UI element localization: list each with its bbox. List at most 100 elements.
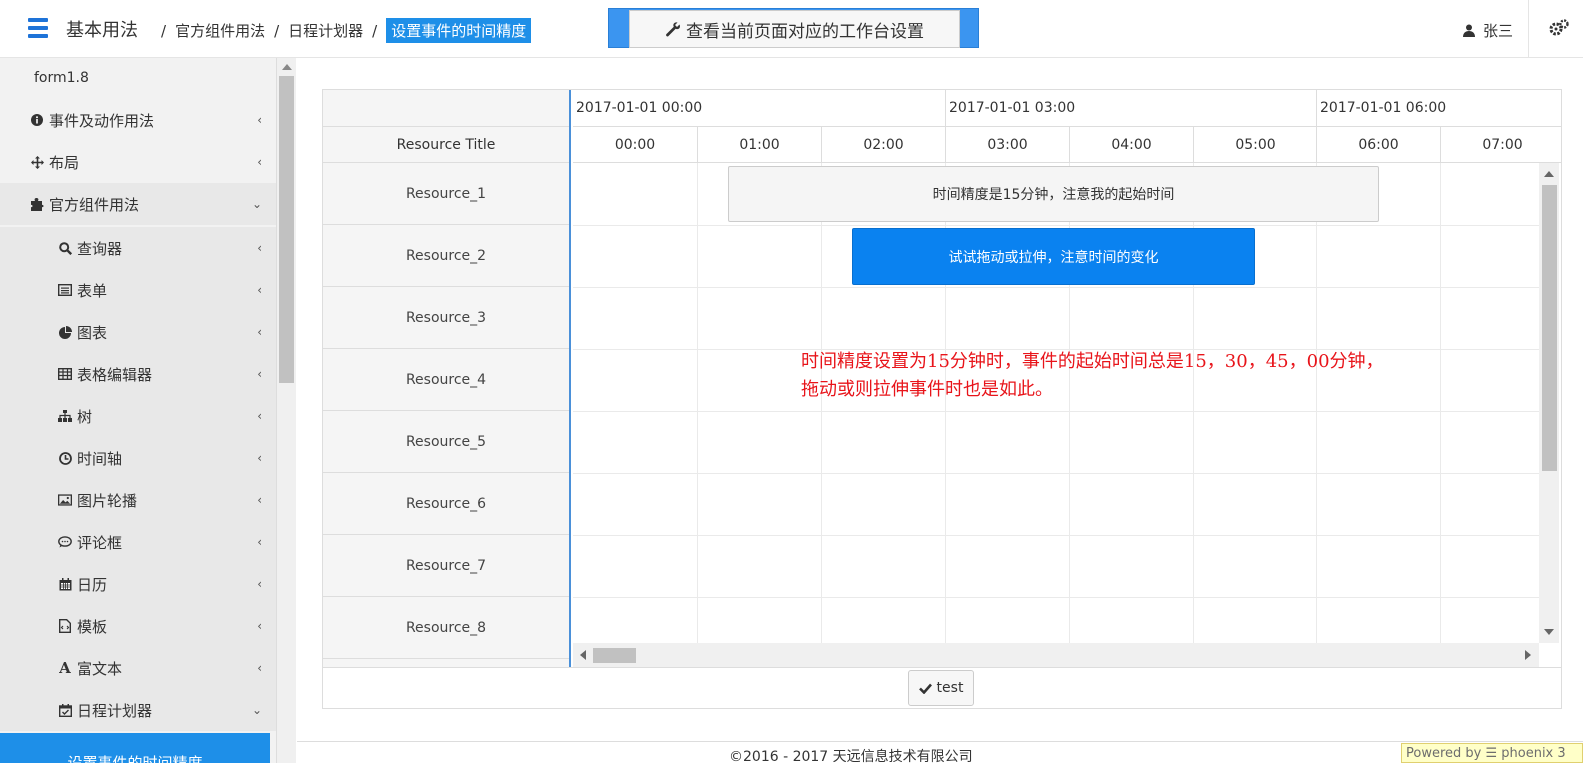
- resource-row: Resource_2: [323, 225, 569, 287]
- sidebar-item-form[interactable]: 表单 ‹: [0, 269, 276, 311]
- timeline-horizontal-scrollbar[interactable]: [573, 643, 1539, 667]
- grid-line: [573, 225, 1539, 226]
- grid-line: [573, 597, 1539, 598]
- date-header: 2017-01-01 00:00: [573, 90, 945, 127]
- grid-line: [573, 473, 1539, 474]
- scheduler-event[interactable]: 时间精度是15分钟，注意我的起始时间: [728, 166, 1379, 222]
- sitemap-icon: [58, 409, 72, 423]
- sidebar-item-carousel[interactable]: 图片轮播 ‹: [0, 479, 276, 521]
- sidebar-item-tree[interactable]: 树 ‹: [0, 395, 276, 437]
- comment-icon: [58, 535, 72, 549]
- scroll-down-arrow-icon[interactable]: [1544, 629, 1554, 635]
- resource-row: Resource_7: [323, 535, 569, 597]
- form-version: form1.8: [34, 70, 89, 86]
- scheduler: Resource Title Resource_1 Resource_2 Res…: [323, 90, 1561, 668]
- main-content: Resource Title Resource_1 Resource_2 Res…: [297, 58, 1583, 763]
- footer-divider: [297, 741, 1583, 742]
- precision-note: 时间精度设置为15分钟时，事件的起始时间总是15，30，45，00分钟， 拖动或…: [801, 348, 1441, 404]
- hour-header: 03:00: [945, 127, 1069, 163]
- sidebar-item-rich-text[interactable]: A 富文本 ‹: [0, 647, 276, 689]
- chevron-left-icon: ‹: [257, 577, 262, 591]
- grid-line: [573, 411, 1539, 412]
- breadcrumb-item-scheduler[interactable]: 日程计划器: [288, 20, 363, 41]
- sidebar-item-active[interactable]: 设置事件的时间精度: [0, 733, 270, 763]
- test-button[interactable]: test: [908, 670, 974, 706]
- grid-line: [1316, 163, 1317, 667]
- resource-header-blank: [323, 90, 569, 127]
- menu-toggle-icon[interactable]: [28, 18, 48, 38]
- scroll-up-arrow-icon[interactable]: [1544, 171, 1554, 177]
- sidebar-item-label: 日历: [77, 575, 108, 594]
- sidebar-item-label: 时间轴: [77, 449, 123, 468]
- chevron-left-icon: ‹: [257, 325, 262, 339]
- timeline-vertical-scrollbar[interactable]: [1539, 163, 1559, 643]
- sidebar-item-scheduler[interactable]: 日程计划器 ⌄: [0, 689, 276, 731]
- hour-header: 07:00: [1440, 127, 1561, 163]
- check-icon: [918, 683, 932, 694]
- hour-header: 05:00: [1193, 127, 1317, 163]
- chevron-left-icon: ‹: [257, 535, 262, 549]
- sidebar-item-label: 布局: [49, 153, 80, 172]
- vertical-scroll-thumb[interactable]: [1542, 185, 1557, 471]
- sidebar-item-events[interactable]: 事件及动作用法 ‹: [0, 99, 276, 141]
- form-icon: [58, 283, 72, 297]
- scheduler-event[interactable]: 试试拖动或拉伸，注意时间的变化: [852, 228, 1255, 285]
- sidebar-item-table-editor[interactable]: 表格编辑器 ‹: [0, 353, 276, 395]
- sidebar-item-timeline[interactable]: 时间轴 ‹: [0, 437, 276, 479]
- sidebar: form1.8 事件及动作用法 ‹ 布局 ‹ 官方组件用法 ⌄ 查询器 ‹ 表单…: [0, 58, 276, 763]
- sidebar-item-label: 图片轮播: [77, 491, 138, 510]
- note-line: 拖动或则拉伸事件时也是如此。: [801, 379, 1053, 400]
- chevron-down-icon: ⌄: [251, 703, 262, 717]
- sidebar-item-label: 表单: [77, 281, 108, 300]
- hour-header: 01:00: [697, 127, 821, 163]
- sidebar-item-label: 模板: [77, 617, 108, 636]
- sidebar-item-label: 树: [77, 407, 93, 426]
- resource-column: Resource Title Resource_1 Resource_2 Res…: [323, 90, 571, 667]
- sidebar-item-components[interactable]: 官方组件用法 ⌄: [0, 183, 276, 225]
- sidebar-item-template[interactable]: 模板 ‹: [0, 605, 276, 647]
- hour-header: 00:00: [573, 127, 697, 163]
- user-menu[interactable]: 张三: [1463, 20, 1513, 41]
- sidebar-item-comment[interactable]: 评论框 ‹: [0, 521, 276, 563]
- table-icon: [58, 367, 72, 381]
- timeline-grid: 2017-01-01 00:00 2017-01-01 03:00 2017-0…: [573, 90, 1561, 667]
- breadcrumb-separator: /: [161, 21, 167, 40]
- search-icon: [58, 241, 72, 255]
- font-icon: A: [59, 659, 71, 677]
- sidebar-scroll-thumb[interactable]: [279, 76, 294, 383]
- powered-by-badge[interactable]: Powered by ☰ phoenix 3: [1401, 743, 1583, 763]
- breadcrumb-separator: /: [372, 21, 378, 40]
- sidebar-item-label: 查询器: [77, 239, 123, 258]
- sidebar-item-layout[interactable]: 布局 ‹: [0, 141, 276, 183]
- resource-row: Resource_8: [323, 597, 569, 659]
- scroll-left-arrow-icon[interactable]: [580, 650, 586, 660]
- image-icon: [58, 493, 72, 507]
- sidebar-item-query[interactable]: 查询器 ‹: [0, 227, 276, 269]
- workspace-settings-button[interactable]: 查看当前页面对应的工作台设置: [629, 10, 960, 48]
- scroll-up-arrow-icon[interactable]: [282, 64, 292, 70]
- sidebar-item-label: 事件及动作用法: [49, 111, 155, 130]
- top-header: 基本用法 / 官方组件用法 / 日程计划器 / 设置事件的时间精度 查看当前页面…: [0, 0, 1583, 58]
- grid-line: [573, 287, 1539, 288]
- horizontal-scroll-thumb[interactable]: [593, 648, 636, 663]
- grid-line: [573, 535, 1539, 536]
- breadcrumb-item-components[interactable]: 官方组件用法: [175, 20, 265, 41]
- wrench-icon: [666, 22, 680, 37]
- date-header: 2017-01-01 06:00: [1316, 90, 1561, 127]
- footer-copyright: ©2016 - 2017 天远信息技术有限公司: [729, 749, 973, 763]
- sidebar-item-label: 富文本: [77, 659, 123, 678]
- sidebar-item-label: 表格编辑器: [77, 365, 153, 384]
- chevron-left-icon: ‹: [257, 155, 262, 169]
- scroll-right-arrow-icon[interactable]: [1525, 650, 1531, 660]
- chevron-left-icon: ‹: [257, 661, 262, 675]
- chevron-down-icon: ⌄: [251, 197, 262, 211]
- sidebar-item-calendar[interactable]: 日历 ‹: [0, 563, 276, 605]
- resource-row: Resource_6: [323, 473, 569, 535]
- chevron-left-icon: ‹: [257, 283, 262, 297]
- sidebar-scrollbar[interactable]: [276, 58, 296, 763]
- sidebar-item-chart[interactable]: 图表 ‹: [0, 311, 276, 353]
- hour-header: 06:00: [1316, 127, 1440, 163]
- calendar-check-icon: [58, 703, 72, 717]
- sidebar-item-label: 日程计划器: [77, 701, 153, 720]
- gears-icon[interactable]: [1549, 19, 1569, 37]
